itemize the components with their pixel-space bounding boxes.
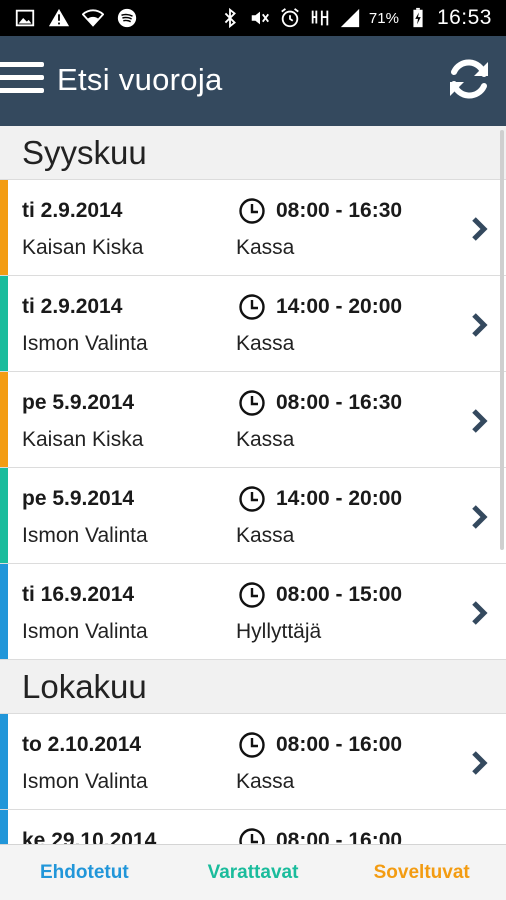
scrollbar[interactable]: [500, 130, 504, 550]
status-bar: 71% 16:53: [0, 0, 506, 36]
shift-list[interactable]: Syyskuu ti 2.9.2014 Kaisan Kiska 08:00 - 16…: [0, 126, 506, 844]
chevron-right-icon[interactable]: [470, 600, 488, 626]
chevron-right-icon[interactable]: [470, 216, 488, 242]
shift-store: Kaisan Kiska: [22, 236, 144, 259]
shift-row[interactable]: ke 29.10.2014 08:00 - 16:00: [0, 810, 506, 844]
shift-store: Ismon Valinta: [22, 524, 148, 547]
shift-row[interactable]: pe 5.9.2014 Kaisan Kiska 08:00 - 16:30 Kass…: [0, 372, 506, 468]
clock-icon: [238, 827, 266, 844]
shift-time: 08:00 - 16:30: [276, 391, 403, 414]
shift-time: 08:00 - 15:00: [276, 583, 403, 606]
section-title: Syyskuu: [22, 133, 147, 171]
tab-varattavat[interactable]: Varattavat: [169, 845, 338, 900]
shift-store: Ismon Valinta: [22, 620, 148, 643]
section-header: Syyskuu: [0, 126, 506, 180]
status-left-icons: [14, 7, 138, 29]
shift-role: Kassa: [236, 332, 295, 355]
shift-time: 08:00 - 16:00: [276, 733, 403, 756]
shift-time: 08:00 - 16:30: [276, 199, 403, 222]
shift-date: pe 5.9.2014: [22, 391, 135, 414]
shift-role: Hyllyttäjä: [236, 620, 322, 643]
data-icon: [309, 7, 331, 29]
shift-date: ti 16.9.2014: [22, 583, 135, 606]
page-title: Etsi vuoroja: [57, 62, 223, 97]
shift-row[interactable]: ti 2.9.2014 Kaisan Kiska 08:00 - 16:30 Kass…: [0, 180, 506, 276]
tab-ehdotetut[interactable]: Ehdotetut: [0, 845, 169, 900]
shift-accent-bar: [0, 468, 8, 563]
wifi-icon: [82, 7, 104, 29]
app-bar: Etsi vuoroja: [0, 36, 506, 126]
shift-store: Kaisan Kiska: [22, 428, 144, 451]
shift-time: 08:00 - 16:00: [276, 829, 403, 844]
image-icon: [14, 7, 36, 29]
chevron-right-icon[interactable]: [470, 312, 488, 338]
shift-date: ti 2.9.2014: [22, 199, 123, 222]
clock-icon: [238, 581, 266, 609]
spotify-icon: [116, 7, 138, 29]
shift-role: Kassa: [236, 236, 295, 259]
clock-icon: [238, 293, 266, 321]
shift-row[interactable]: to 2.10.2014 Ismon Valinta 08:00 - 16:00 Ka…: [0, 714, 506, 810]
shift-store: Ismon Valinta: [22, 770, 148, 793]
shift-accent-bar: [0, 564, 8, 659]
shift-accent-bar: [0, 180, 8, 275]
shift-row[interactable]: pe 5.9.2014 Ismon Valinta 14:00 - 20:00 Kas…: [0, 468, 506, 564]
bluetooth-icon: [219, 7, 241, 29]
tab-soveltuvat[interactable]: Soveltuvat: [337, 845, 506, 900]
shift-accent-bar: [0, 810, 8, 844]
clock-icon: [238, 731, 266, 759]
chevron-right-icon[interactable]: [470, 408, 488, 434]
bottom-tab-bar: Ehdotetut Varattavat Soveltuvat: [0, 844, 506, 900]
clock-icon: [238, 389, 266, 417]
shift-date: ke 29.10.2014: [22, 829, 157, 844]
shift-role: Kassa: [236, 524, 295, 547]
shift-store: Ismon Valinta: [22, 332, 148, 355]
battery-percent: 71%: [368, 9, 399, 27]
shift-role: Kassa: [236, 428, 295, 451]
section-title: Lokakuu: [22, 667, 147, 705]
warning-icon: [48, 7, 70, 29]
shift-accent-bar: [0, 276, 8, 371]
section-header: Lokakuu: [0, 660, 506, 714]
shift-row[interactable]: ti 2.9.2014 Ismon Valinta 14:00 - 20:00 Kas…: [0, 276, 506, 372]
clock-time: 16:53: [436, 6, 492, 29]
shift-date: ti 2.9.2014: [22, 295, 123, 318]
mute-icon: [249, 7, 271, 29]
status-right-icons: 71% 16:53: [219, 6, 492, 30]
shift-accent-bar: [0, 372, 8, 467]
chevron-right-icon[interactable]: [470, 504, 488, 530]
refresh-icon[interactable]: [444, 54, 494, 104]
menu-icon[interactable]: [0, 62, 44, 98]
alarm-icon: [279, 7, 301, 29]
shift-time: 14:00 - 20:00: [276, 295, 403, 318]
clock-icon: [238, 485, 266, 513]
shift-date: pe 5.9.2014: [22, 487, 135, 510]
shift-date: to 2.10.2014: [22, 733, 142, 756]
signal-icon: [339, 7, 361, 29]
clock-icon: [238, 197, 266, 225]
shift-role: Kassa: [236, 770, 295, 793]
shift-row[interactable]: ti 16.9.2014 Ismon Valinta 08:00 - 15:00 Hy…: [0, 564, 506, 660]
chevron-right-icon[interactable]: [470, 750, 488, 776]
battery-icon: [407, 7, 429, 29]
shift-time: 14:00 - 20:00: [276, 487, 403, 510]
shift-accent-bar: [0, 714, 8, 809]
